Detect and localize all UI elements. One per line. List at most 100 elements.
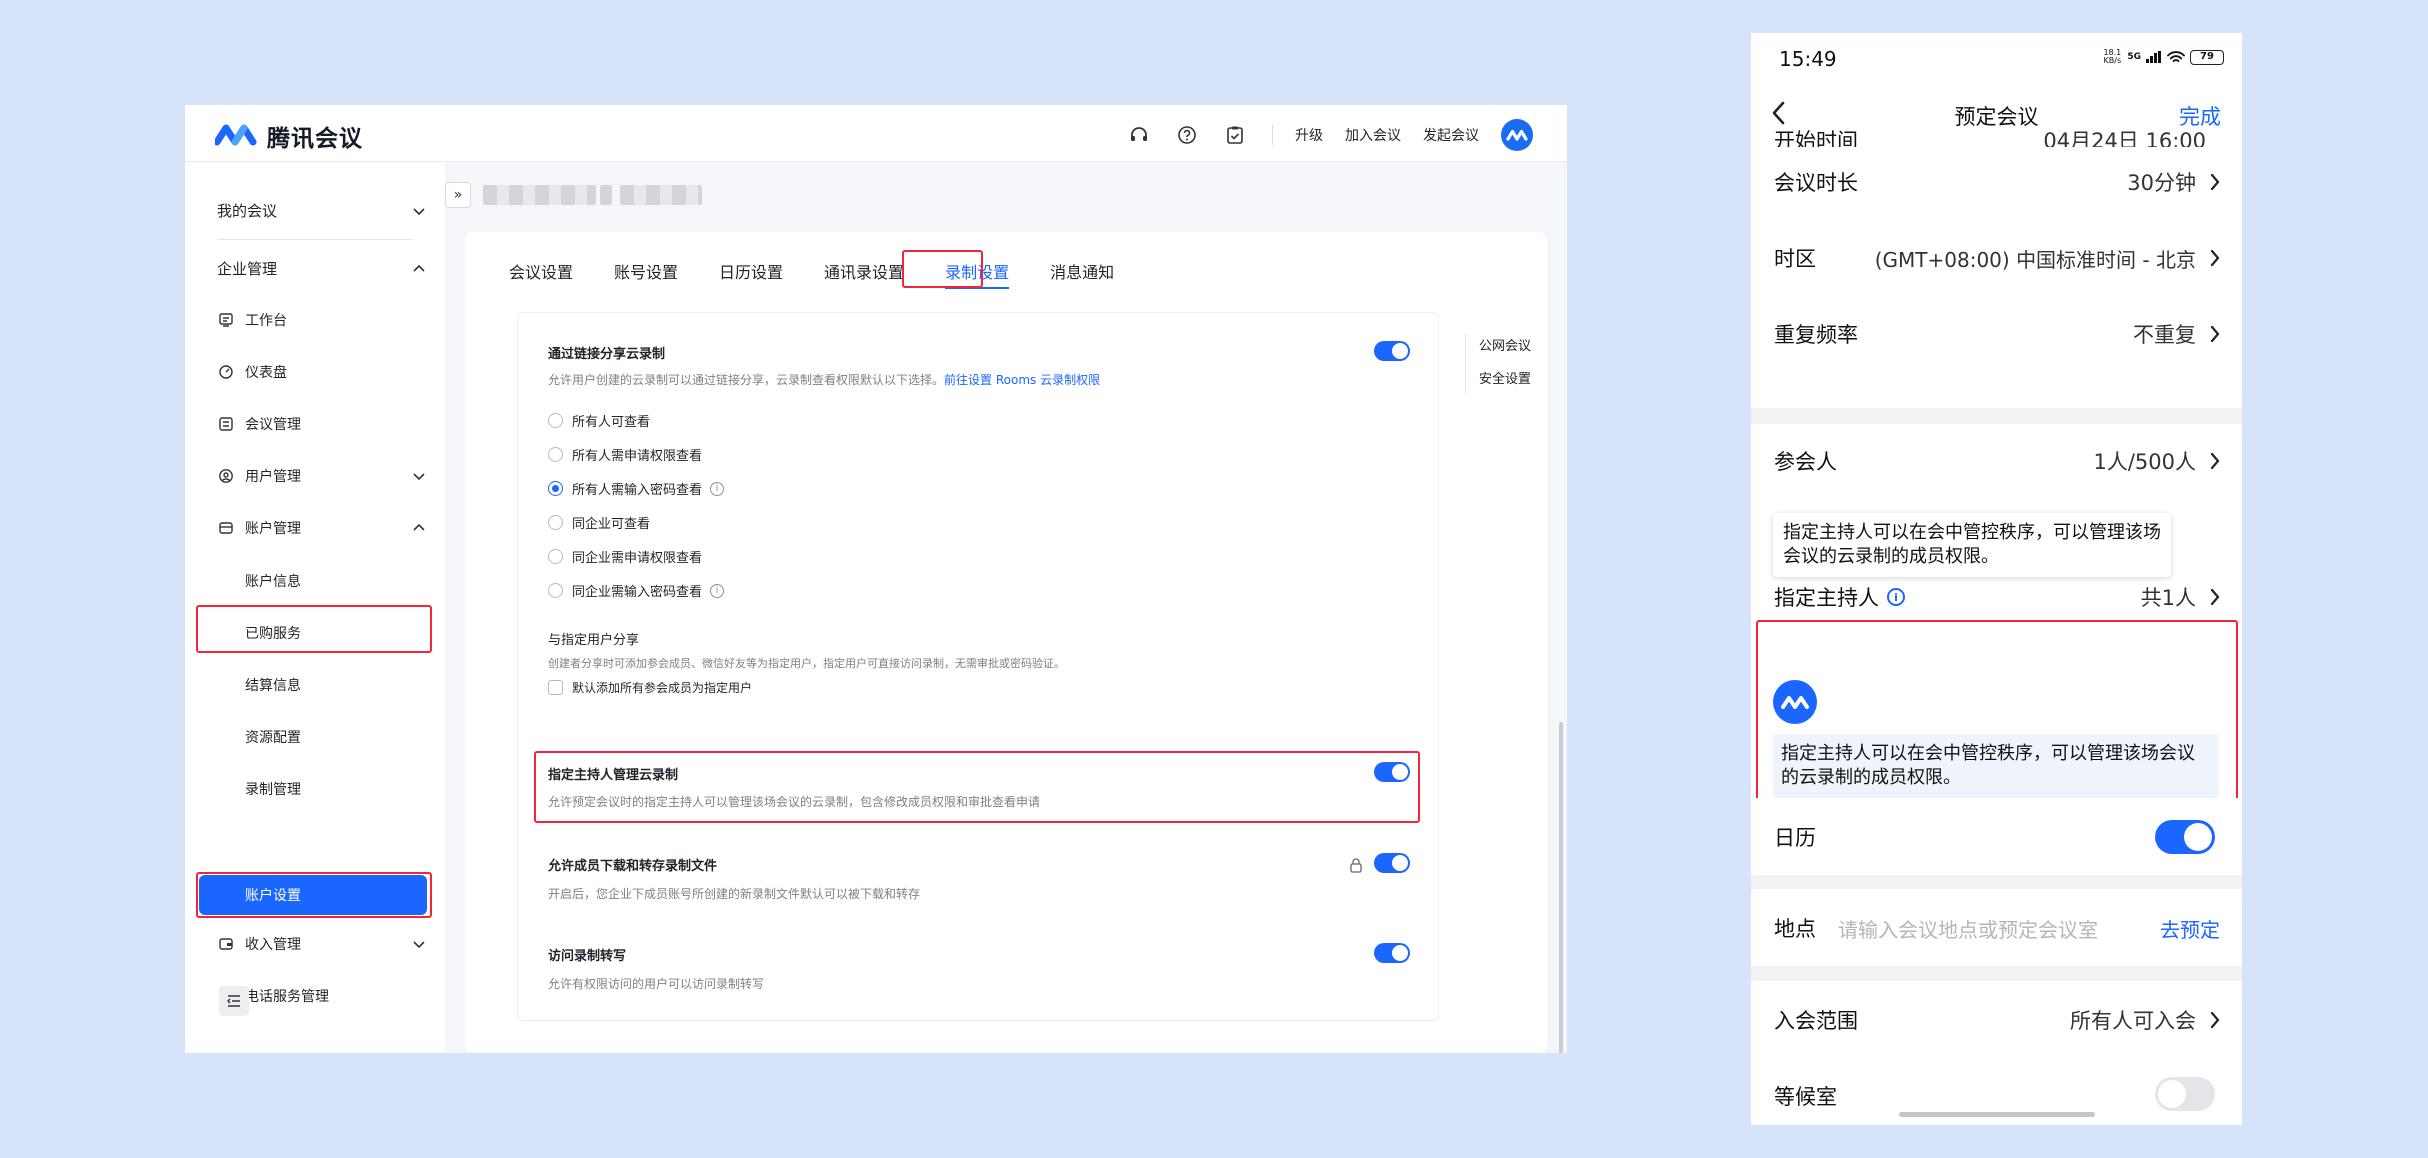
chevron-right-icon <box>2210 588 2220 606</box>
start-meeting-link[interactable]: 发起会议 <box>1423 125 1479 145</box>
chevron-right-icon <box>2210 173 2220 191</box>
info-icon[interactable]: i <box>710 583 725 598</box>
host-tooltip: 指定主持人可以在会中管控秩序，可以管理该场会议的云录制的成员权限。 <box>1773 513 2171 577</box>
row-location[interactable]: 地点 请输入会议地点或预定会议室 去预定 <box>1774 891 2220 965</box>
tab-meeting-settings[interactable]: 会议设置 <box>509 259 573 283</box>
settings-tabs: 会议设置 账号设置 日历设置 通讯录设置 录制设置 消息通知 <box>509 259 1155 289</box>
share-link-toggle[interactable] <box>1374 341 1410 361</box>
phone-screen: 15:49 18.1 KB/s 5G 79 预定会议 完成 开始时间 04月24… <box>1751 33 2242 1125</box>
help-icon[interactable] <box>1176 124 1198 146</box>
row-label: 时区 <box>1774 247 1816 271</box>
chevron-up-icon <box>413 523 425 531</box>
sidebar-item-workbench[interactable]: 工作台 <box>217 310 287 330</box>
sidebar-item-meeting-management[interactable]: 会议管理 <box>217 414 301 434</box>
radio-everyone-password[interactable]: 所有人需输入密码查看 i <box>548 479 725 498</box>
host-avatar[interactable] <box>1773 680 1817 724</box>
row-repeat[interactable]: 重复频率 不重复 <box>1774 297 2220 371</box>
row-label: 日历 <box>1774 826 1816 850</box>
tab-recording-settings[interactable]: 录制设置 <box>945 259 1010 289</box>
double-chevron-icon: » <box>453 187 463 203</box>
sidebar-subitem-billing-info[interactable]: 结算信息 <box>245 675 301 695</box>
calendar-toggle[interactable] <box>2155 820 2215 854</box>
tab-account-settings[interactable]: 账号设置 <box>614 259 678 283</box>
tab-contacts-settings[interactable]: 通讯录设置 <box>824 259 904 283</box>
add-all-attendees-checkbox[interactable]: 默认添加所有参会成员为指定用户 <box>548 679 752 696</box>
sidebar-subitem-account-settings[interactable]: 账户设置 <box>199 875 427 915</box>
sidebar-subitem-resource-config[interactable]: 资源配置 <box>245 727 301 747</box>
sidebar-item-dashboard[interactable]: 仪表盘 <box>217 362 287 382</box>
collapse-sidebar-button[interactable] <box>219 986 249 1016</box>
row-value: 共1人 <box>2140 586 2196 610</box>
app-logo[interactable]: 腾讯会议 <box>215 119 363 153</box>
radio-circle <box>548 447 563 462</box>
radio-circle <box>548 549 563 564</box>
sidebar-item-label: 工作台 <box>245 313 287 329</box>
headset-icon[interactable] <box>1128 124 1150 146</box>
transcript-toggle[interactable] <box>1374 943 1410 963</box>
radio-company-view[interactable]: 同企业可查看 <box>548 513 650 532</box>
anchor-security-settings[interactable]: 安全设置 <box>1479 368 1531 387</box>
radio-label: 所有人可查看 <box>572 415 651 430</box>
location-input-placeholder[interactable]: 请输入会议地点或预定会议室 <box>1838 914 2098 943</box>
share-link-desc-text: 允许用户创建的云录制可以通过链接分享，云录制查看权限默认以下选择。 <box>548 373 945 387</box>
join-meeting-link[interactable]: 加入会议 <box>1345 125 1401 145</box>
clipboard-check-icon[interactable] <box>1224 124 1246 146</box>
share-link-title: 通过链接分享云录制 <box>548 347 666 362</box>
sidebar-item-label: 用户管理 <box>245 469 301 485</box>
checkbox-label: 默认添加所有参会成员为指定用户 <box>572 681 753 695</box>
desktop-window: 腾讯会议 升级 加入会议 发起会议 我的会议 企业管理 工作台 仪表盘 会议管理… <box>185 105 1567 1053</box>
sidebar-item-my-meetings[interactable]: 我的会议 <box>217 200 427 221</box>
checkbox-box <box>548 680 563 695</box>
row-value: (GMT+08:00) 中国标准时间 - 北京 <box>1874 247 2196 272</box>
row-start-time-cut[interactable]: 开始时间 04月24日 16:00 <box>1774 107 2220 147</box>
sidebar-item-enterprise[interactable]: 企业管理 <box>217 258 427 279</box>
radio-company-request[interactable]: 同企业需申请权限查看 <box>548 547 702 566</box>
row-duration[interactable]: 会议时长 30分钟 <box>1774 145 2220 219</box>
sidebar-item-user-management[interactable]: 用户管理 <box>217 466 427 486</box>
download-toggle[interactable] <box>1374 853 1410 873</box>
waiting-room-toggle[interactable] <box>2155 1077 2215 1111</box>
row-timezone[interactable]: 时区 (GMT+08:00) 中国标准时间 - 北京 <box>1774 221 2220 295</box>
rooms-permission-link[interactable]: 前往设置 Rooms 云录制权限 <box>944 373 1100 387</box>
battery-indicator: 79 <box>2190 49 2224 65</box>
avatar-logo-icon <box>1506 129 1528 141</box>
reserve-room-link[interactable]: 去预定 <box>2160 914 2220 943</box>
host-manage-title: 指定主持人管理云录制 <box>548 768 679 783</box>
anchor-public-meeting[interactable]: 公网会议 <box>1479 335 1531 354</box>
expand-sidebar-button[interactable]: » <box>445 182 471 208</box>
row-attendees[interactable]: 参会人 1人/500人 <box>1774 424 2220 498</box>
row-label: 指定主持人 <box>1774 586 1879 610</box>
info-icon[interactable]: i <box>1887 588 1905 606</box>
home-indicator <box>1899 1112 2095 1117</box>
sidebar-item-income-management[interactable]: 收入管理 <box>217 934 427 954</box>
row-value: 30分钟 <box>2127 171 2196 195</box>
calendar-block: 日历 <box>1751 798 2242 875</box>
tab-calendar-settings[interactable]: 日历设置 <box>719 259 783 283</box>
radio-everyone-request[interactable]: 所有人需申请权限查看 <box>548 445 702 464</box>
user-avatar[interactable] <box>1501 119 1533 151</box>
user-icon <box>219 469 233 483</box>
settings-card: 会议设置 账号设置 日历设置 通讯录设置 录制设置 消息通知 通过链接分享云录制… <box>465 232 1547 1053</box>
net-speed: 18.1 KB/s <box>2103 48 2122 65</box>
scrollbar[interactable] <box>1559 722 1563 1053</box>
upgrade-link[interactable]: 升级 <box>1295 125 1323 145</box>
signal-icon <box>2146 51 2161 63</box>
radio-company-password[interactable]: 同企业需输入密码查看 i <box>548 581 725 600</box>
recording-settings-panel: 通过链接分享云录制 允许用户创建的云录制可以通过链接分享，云录制查看权限默认以下… <box>517 312 1439 1021</box>
host-manage-toggle[interactable] <box>1374 762 1410 782</box>
radio-everyone-view[interactable]: 所有人可查看 <box>548 411 650 430</box>
info-icon[interactable]: i <box>710 481 725 496</box>
sidebar-subitem-purchased-services[interactable]: 已购服务 <box>245 623 301 643</box>
sidebar-subitem-recording-management[interactable]: 录制管理 <box>245 779 301 799</box>
sidebar-item-label: 电话服务管理 <box>245 989 329 1005</box>
radio-label: 同企业需申请权限查看 <box>572 551 703 566</box>
row-join-scope[interactable]: 入会范围 所有人可入会 <box>1774 983 2220 1057</box>
wallet-icon <box>219 938 233 950</box>
sidebar-item-account-management[interactable]: 账户管理 <box>217 518 427 538</box>
sidebar-subitem-account-info[interactable]: 账户信息 <box>245 571 301 591</box>
chevron-down-icon <box>413 207 425 215</box>
blurred-breadcrumb <box>483 185 596 205</box>
network-type: 5G <box>2127 52 2141 62</box>
radio-circle <box>548 413 563 428</box>
tab-message-notification[interactable]: 消息通知 <box>1050 259 1114 283</box>
